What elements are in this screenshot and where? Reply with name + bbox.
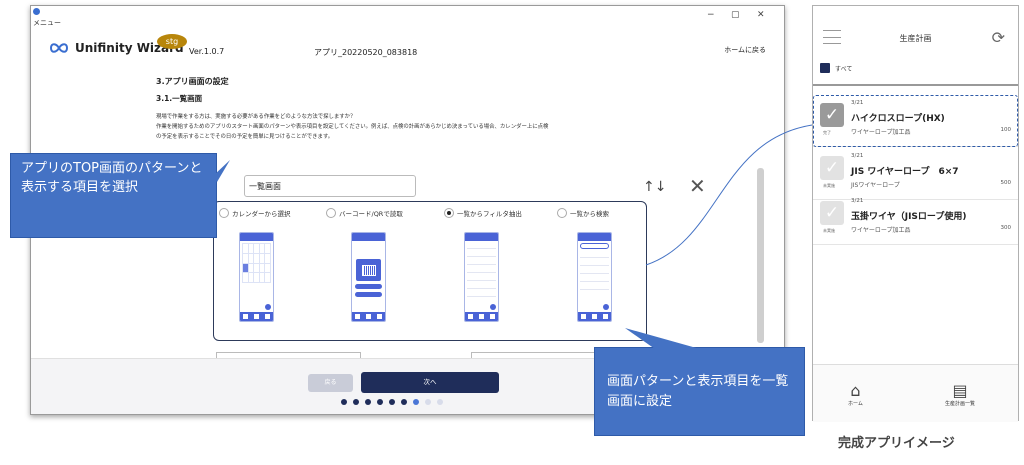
item-name: 玉掛ワイヤ（JISロープ使用) bbox=[851, 212, 967, 222]
divider bbox=[813, 84, 1018, 86]
list-icon: ▤ bbox=[952, 381, 968, 400]
mobile-title: 生産計画 bbox=[899, 34, 932, 43]
caption: 完成アプリイメージ bbox=[838, 436, 955, 451]
home-icon: ⌂ bbox=[850, 381, 861, 400]
item-date: 3/21 bbox=[851, 153, 864, 159]
filter-icon bbox=[820, 63, 830, 73]
status-label: 未実施 bbox=[823, 228, 835, 233]
filter-label: すべて bbox=[835, 65, 853, 73]
item-quantity: 500 bbox=[1000, 180, 1012, 186]
check-icon: ✓ bbox=[820, 156, 844, 180]
check-icon: ✓ bbox=[820, 201, 844, 225]
status-label: 未実施 bbox=[823, 183, 835, 188]
sync-icon[interactable]: ⟳ bbox=[992, 28, 1005, 47]
item-category: JISワイヤーロープ bbox=[851, 182, 900, 189]
item-category: ワイヤーロープ加工品 bbox=[851, 227, 911, 234]
connector-line bbox=[645, 124, 813, 266]
nav-label: 生産計画一覧 bbox=[945, 401, 976, 407]
filter-bar[interactable]: すべて bbox=[820, 63, 852, 73]
item-date: 3/21 bbox=[851, 198, 864, 204]
item-quantity: 300 bbox=[1000, 225, 1012, 231]
nav-list[interactable]: ▤ 生産計画一覧 bbox=[945, 381, 975, 407]
callout-pointer bbox=[213, 160, 230, 182]
list-item[interactable]: ✓ 未実施 3/21 玉掛ワイヤ（JISロープ使用) ワイヤーロープ加工品 30… bbox=[813, 192, 1018, 245]
mobile-preview: 生産計画 ⟳ すべて ✓ 完了 3/21 ハイクロスロープ(HX) ワイヤーロー… bbox=[812, 5, 1019, 422]
item-name: JIS ワイヤーロープ 6×7 bbox=[851, 167, 959, 177]
nav-label: ホーム bbox=[848, 401, 863, 407]
callout-pointer bbox=[625, 328, 700, 349]
nav-home[interactable]: ⌂ ホーム bbox=[848, 381, 863, 407]
highlight-box bbox=[813, 95, 1018, 147]
bottom-nav: ⌂ ホーム ▤ 生産計画一覧 bbox=[813, 364, 1018, 422]
